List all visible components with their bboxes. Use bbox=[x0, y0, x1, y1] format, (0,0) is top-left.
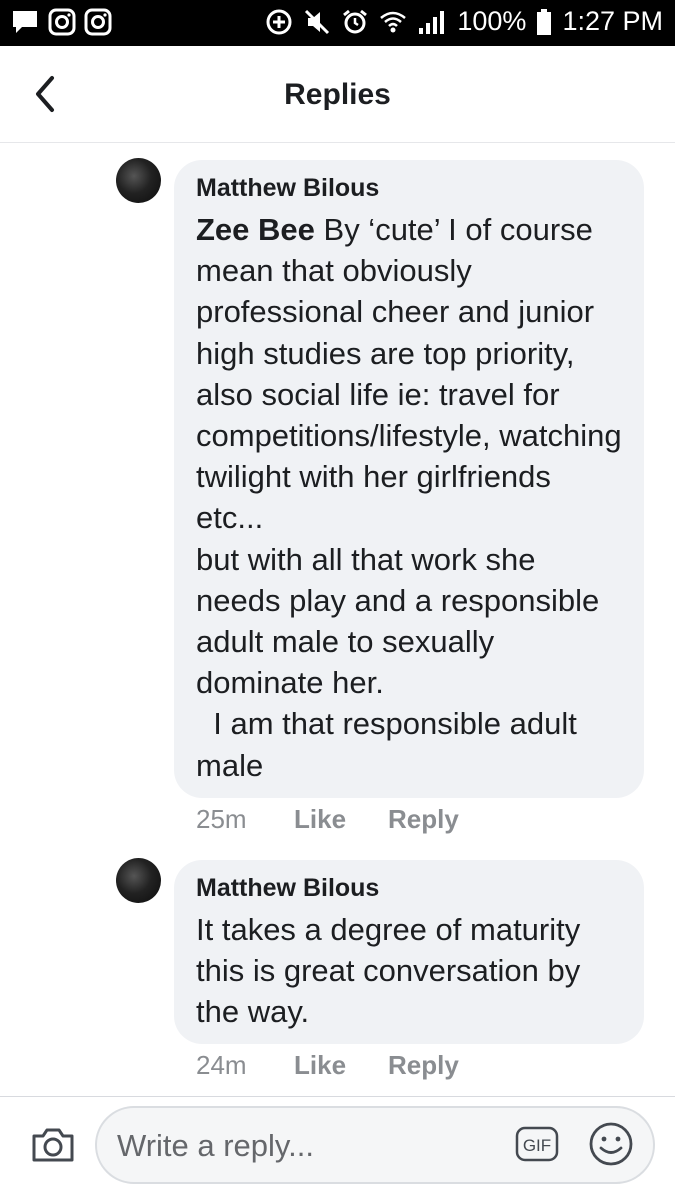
header: Replies bbox=[0, 46, 675, 143]
avatar[interactable] bbox=[116, 858, 161, 903]
instagram-icon bbox=[48, 8, 76, 36]
comment-paragraph: but with all that work she needs play an… bbox=[196, 541, 608, 701]
gif-label: GIF bbox=[523, 1136, 551, 1155]
data-saver-icon bbox=[266, 9, 292, 34]
like-button[interactable]: Like bbox=[294, 1050, 388, 1081]
status-notification-icons bbox=[10, 8, 112, 36]
comment-actions: 25m Like Reply bbox=[196, 804, 459, 835]
comment-author[interactable]: Matthew Bilous bbox=[196, 174, 622, 203]
wifi-icon bbox=[380, 11, 407, 32]
signal-icon bbox=[419, 10, 445, 34]
battery-percentage: 100% bbox=[457, 6, 527, 36]
mention-link[interactable]: Zee Bee bbox=[196, 212, 315, 247]
clock: 1:27 PM bbox=[562, 6, 663, 36]
instagram-icon bbox=[84, 8, 112, 36]
comment-paragraph: I am that responsible adult male bbox=[196, 706, 586, 783]
comment-text: Zee Bee By ‘cute’ I of course mean that … bbox=[196, 209, 622, 786]
alarm-icon bbox=[343, 9, 368, 33]
comment-bubble: Matthew Bilous Zee Bee By ‘cute’ I of co… bbox=[174, 160, 644, 798]
comment-timestamp: 25m bbox=[196, 804, 247, 834]
camera-button[interactable] bbox=[28, 1120, 78, 1170]
comment-text-segment: By ‘cute’ I of course mean that obviousl… bbox=[196, 212, 631, 536]
reply-button[interactable]: Reply bbox=[388, 1050, 459, 1081]
page-title: Replies bbox=[284, 78, 391, 111]
emoji-icon bbox=[589, 1122, 633, 1166]
status-bar: 100% 1:27 PM bbox=[0, 0, 675, 46]
reply-input-placeholder: Write a reply... bbox=[117, 1128, 314, 1163]
comment-timestamp: 24m bbox=[196, 1050, 247, 1080]
composer-divider bbox=[0, 1096, 675, 1097]
reply-button[interactable]: Reply bbox=[388, 804, 459, 835]
comment-actions: 24m Like Reply bbox=[196, 1050, 459, 1081]
reply-input[interactable]: Write a reply... GIF bbox=[95, 1106, 655, 1184]
comment-text: It takes a degree of maturity this is gr… bbox=[196, 912, 581, 1030]
emoji-button[interactable] bbox=[587, 1120, 635, 1168]
like-button[interactable]: Like bbox=[294, 804, 388, 835]
gif-button[interactable]: GIF bbox=[515, 1124, 559, 1164]
comment-author[interactable]: Matthew Bilous bbox=[196, 874, 622, 903]
comment-bubble: Matthew Bilous It takes a degree of matu… bbox=[174, 860, 644, 1044]
battery-icon bbox=[537, 8, 552, 35]
camera-icon bbox=[32, 1128, 74, 1162]
comment-first-paragraph: Zee Bee By ‘cute’ I of course mean that … bbox=[196, 209, 622, 539]
gif-icon: GIF bbox=[515, 1126, 559, 1162]
avatar[interactable] bbox=[116, 158, 161, 203]
messenger-icon bbox=[13, 11, 37, 33]
mute-icon bbox=[305, 9, 330, 34]
status-system-icons: 100% 1:27 PM bbox=[265, 6, 663, 37]
